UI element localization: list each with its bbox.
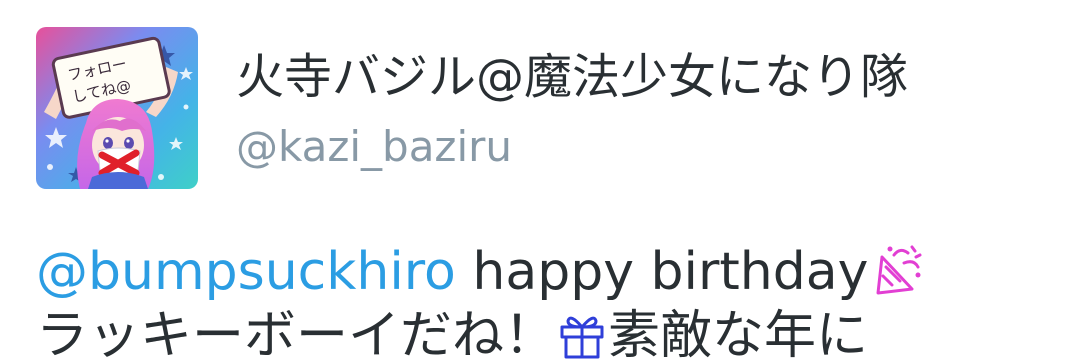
- author-avatar[interactable]: フォロー してね@: [36, 27, 198, 189]
- tweet-text-segment: ラッキーボーイだね！: [36, 306, 557, 360]
- author-display-name[interactable]: 火寺バジル@魔法少女になり隊: [236, 48, 908, 106]
- avatar-illustration: フォロー してね@: [36, 27, 198, 189]
- party-popper-icon: [868, 243, 924, 295]
- tweet-text-line-1: @bumpsuckhiro happy birthday: [36, 240, 1066, 304]
- author-handle[interactable]: @kazi_baziru: [236, 121, 512, 173]
- tweet-card: フォロー してね@ 火寺バジル@魔法少女になり隊 @kazi_baziru @b…: [0, 0, 1080, 360]
- tweet-text-segment: 素敵な年に: [608, 306, 869, 360]
- tweet-text-segment: happy birthday: [455, 242, 869, 302]
- mention-link[interactable]: @bumpsuckhiro: [36, 242, 456, 302]
- gift-icon: [556, 307, 608, 359]
- tweet-text: @bumpsuckhiro happy birthday ラッキーボーイだね！ …: [36, 240, 1066, 360]
- tweet-text-line-2: ラッキーボーイだね！ 素敵な年に: [36, 304, 1066, 360]
